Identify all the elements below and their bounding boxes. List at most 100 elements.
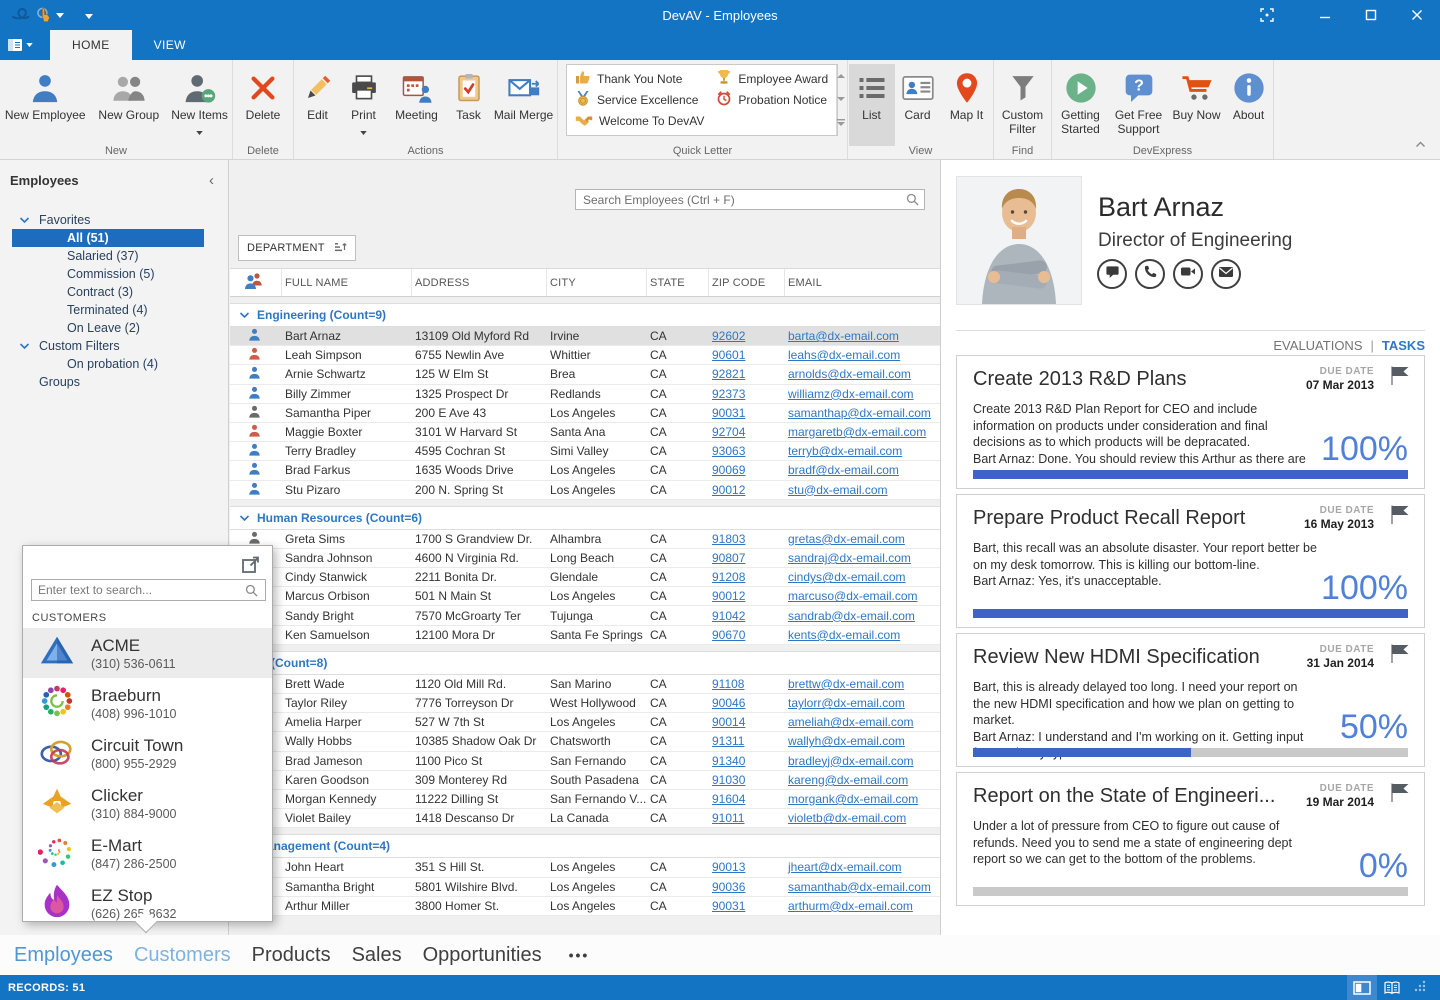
table-row[interactable]: Ken Samuelson12100 Mora DrSanta Fe Sprin…	[230, 626, 940, 645]
email-link[interactable]: brettw@dx-email.com	[788, 677, 904, 691]
email-link[interactable]: morgank@dx-email.com	[788, 792, 918, 806]
gallery-expand[interactable]	[837, 112, 845, 135]
customer-item-acme[interactable]: ACME(310) 536-0611	[23, 628, 272, 678]
email-link[interactable]: wallyh@dx-email.com	[788, 734, 905, 748]
email-link[interactable]: gretas@dx-email.com	[788, 532, 905, 546]
group-row-human-resources-count-6[interactable]: Human Resources (Count=6)	[230, 506, 940, 530]
email-link[interactable]: kareng@dx-email.com	[788, 773, 908, 787]
table-row[interactable]: Brad Jameson1100 Pico StSan FernandoCA91…	[230, 752, 940, 771]
data-view-toggle-button[interactable]	[1377, 975, 1407, 1000]
open-in-window-icon[interactable]	[240, 554, 262, 581]
email-link[interactable]: williamz@dx-email.com	[788, 387, 914, 401]
ribbon-button-card[interactable]: Card	[895, 64, 941, 146]
sidebar-collapse-button[interactable]: ‹	[209, 172, 218, 189]
gallery-item-employee-award[interactable]: Employee Award	[710, 68, 834, 89]
table-row[interactable]: Morgan Kennedy11222 Dilling StSan Fernan…	[230, 790, 940, 809]
customer-item-clicker[interactable]: Clicker(310) 884-9000	[23, 778, 272, 828]
gallery-item-probation-notice[interactable]: Probation Notice	[710, 89, 834, 110]
flag-icon[interactable]	[1388, 642, 1412, 669]
ribbon-button-edit[interactable]: Edit	[295, 64, 341, 146]
column-header-state[interactable]: STATE	[647, 269, 709, 296]
nav-item-opportunities[interactable]: Opportunities	[423, 944, 542, 967]
ribbon-tab-view[interactable]: VIEW	[132, 30, 208, 60]
table-row[interactable]: Terry Bradley4595 Cochran StSimi ValleyC…	[230, 442, 940, 461]
tab-tasks[interactable]: TASKS	[1382, 338, 1425, 353]
email-link[interactable]: ameliah@dx-email.com	[788, 715, 914, 729]
ribbon-button-new-employee[interactable]: New Employee	[0, 64, 90, 146]
gallery-item-service-excellence[interactable]: Service Excellence	[569, 89, 710, 110]
nav-item-employees[interactable]: Employees	[14, 944, 113, 967]
email-link[interactable]: barta@dx-email.com	[788, 329, 899, 343]
close-button[interactable]	[1394, 0, 1440, 30]
sidebar-item-salaried-37[interactable]: Salaried (37)	[12, 247, 204, 265]
ribbon-button-custom-filter[interactable]: Custom Filter	[995, 64, 1051, 146]
sidebar-section-custom-filters[interactable]: Custom Filters	[0, 337, 228, 355]
gallery-scroll-down[interactable]	[837, 88, 845, 111]
ribbon-button-map-it[interactable]: Map It	[941, 64, 993, 146]
table-row[interactable]: Arnie Schwartz125 W Elm StBreaCA92821arn…	[230, 365, 940, 384]
zip-link[interactable]: 92602	[712, 329, 745, 343]
reading-pane-toggle-button[interactable]	[1347, 975, 1377, 1000]
ribbon-button-task[interactable]: Task	[447, 64, 491, 146]
ribbon-button-meeting[interactable]: Meeting	[387, 64, 447, 146]
email-link[interactable]: leahs@dx-email.com	[788, 348, 900, 362]
nav-item-overflow[interactable]: •••	[563, 947, 590, 963]
envelope-button[interactable]	[1211, 259, 1241, 289]
task-card[interactable]: Create 2013 R&D PlansDUE DATE07 Mar 2013…	[956, 355, 1425, 489]
table-row[interactable]: Arthur Miller3800 Homer St.Los AngelesCA…	[230, 897, 940, 916]
nav-item-sales[interactable]: Sales	[352, 944, 402, 967]
table-row[interactable]: Wally Hobbs10385 Shadow Oak DrChatsworth…	[230, 732, 940, 751]
table-row[interactable]: Greta Sims1700 S Grandview Dr.AlhambraCA…	[230, 530, 940, 549]
sidebar-item-on-leave-2[interactable]: On Leave (2)	[12, 319, 204, 337]
table-row[interactable]: Bart Arnaz13109 Old Myford RdIrvineCA926…	[230, 327, 940, 346]
sidebar-section-groups[interactable]: Groups	[0, 373, 228, 391]
zip-link[interactable]: 91803	[712, 532, 745, 546]
table-row[interactable]: Taylor Riley7776 Torreyson DrWest Hollyw…	[230, 694, 940, 713]
email-link[interactable]: samanthap@dx-email.com	[788, 406, 931, 420]
email-link[interactable]: kents@dx-email.com	[788, 628, 900, 642]
zip-link[interactable]: 91208	[712, 570, 745, 584]
zip-link[interactable]: 90069	[712, 463, 745, 477]
zip-link[interactable]: 91030	[712, 773, 745, 787]
table-row[interactable]: Samantha Bright5801 Wilshire Blvd.Los An…	[230, 878, 940, 897]
email-link[interactable]: marcuso@dx-email.com	[788, 589, 918, 603]
gallery-item-welcome-to-devav[interactable]: Welcome To DevAV	[569, 111, 710, 132]
email-link[interactable]: taylorr@dx-email.com	[788, 696, 905, 710]
column-header-full-name[interactable]: FULL NAME	[282, 269, 412, 296]
video-camera-button[interactable]	[1173, 259, 1203, 289]
flag-icon[interactable]	[1388, 503, 1412, 530]
zip-link[interactable]: 90670	[712, 628, 745, 642]
table-row[interactable]: Violet Bailey1418 Descanso DrLa CanadaCA…	[230, 809, 940, 828]
zip-link[interactable]: 92373	[712, 387, 745, 401]
sidebar-item-on-probation-4[interactable]: On probation (4)	[12, 355, 204, 373]
gallery-item-thank-you-note[interactable]: Thank You Note	[569, 68, 710, 89]
sidebar-section-favorites[interactable]: Favorites	[0, 211, 228, 229]
customer-search-input[interactable]	[31, 579, 266, 601]
customer-item-circuit-town[interactable]: Circuit Town(800) 955-2929	[23, 728, 272, 778]
ribbon-button-mail-merge[interactable]: Mail Merge	[491, 64, 557, 146]
zip-link[interactable]: 92704	[712, 425, 745, 439]
table-row[interactable]: Amelia Harper527 W 7th StLos AngelesCA90…	[230, 713, 940, 732]
sidebar-item-commission-5[interactable]: Commission (5)	[12, 265, 204, 283]
ribbon-button-about[interactable]: About	[1225, 64, 1273, 146]
group-row-it-count-8[interactable]: IT (Count=8)	[230, 651, 940, 675]
table-row[interactable]: Maggie Boxter3101 W Harvard StSanta AnaC…	[230, 423, 940, 442]
application-menu-button[interactable]	[0, 30, 40, 60]
column-header-email[interactable]: EMAIL	[785, 269, 940, 296]
zip-link[interactable]: 91311	[712, 734, 744, 748]
ribbon-tab-home[interactable]: HOME	[50, 30, 132, 60]
zip-link[interactable]: 90807	[712, 551, 745, 565]
resize-grip[interactable]	[1413, 979, 1426, 997]
customer-item-braeburn[interactable]: Braeburn(408) 996-1010	[23, 678, 272, 728]
zip-link[interactable]: 91340	[712, 754, 745, 768]
search-employees-input[interactable]	[575, 189, 925, 210]
phone-button[interactable]	[1135, 259, 1165, 289]
task-card[interactable]: Report on the State of Engineeri...DUE D…	[956, 772, 1425, 906]
collapse-ribbon-button[interactable]	[1415, 135, 1426, 153]
group-row-management-count-4[interactable]: Management (Count=4)	[230, 834, 940, 858]
email-link[interactable]: violetb@dx-email.com	[788, 811, 906, 825]
column-header-zip-code[interactable]: ZIP CODE	[709, 269, 785, 296]
email-link[interactable]: bradf@dx-email.com	[788, 463, 899, 477]
ribbon-button-getting-started[interactable]: Getting Started	[1053, 64, 1109, 146]
sidebar-item-terminated-4[interactable]: Terminated (4)	[12, 301, 204, 319]
